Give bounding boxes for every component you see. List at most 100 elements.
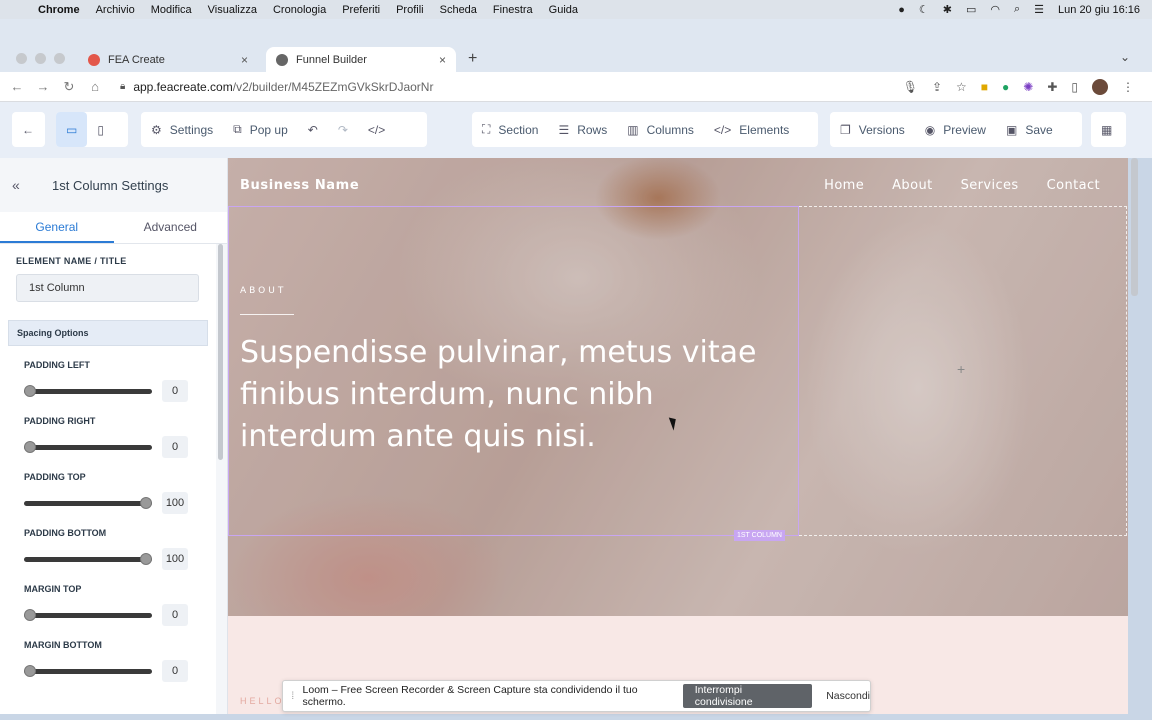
- slider-knob[interactable]: [24, 384, 36, 397]
- tab-funnel-builder[interactable]: Funnel Builder ×: [266, 47, 456, 73]
- padding-top-value[interactable]: 100: [162, 492, 188, 514]
- tab-fea-create[interactable]: FEA Create ×: [78, 47, 258, 73]
- padding-bottom-value[interactable]: 100: [162, 548, 188, 570]
- padding-right-value[interactable]: 0: [162, 436, 188, 458]
- menu-preferiti[interactable]: Preferiti: [334, 4, 388, 16]
- add-element-icon[interactable]: +: [957, 361, 965, 377]
- mic-icon[interactable]: 🎙︎: [903, 80, 918, 94]
- home-icon[interactable]: ⌂: [82, 79, 108, 94]
- wifi-icon[interactable]: ◠: [990, 3, 1000, 16]
- canvas-scrollbar[interactable]: [1131, 158, 1138, 296]
- menu-profili[interactable]: Profili: [388, 4, 432, 16]
- nav-services[interactable]: Services: [961, 178, 1019, 193]
- slider-knob[interactable]: [140, 496, 152, 509]
- menu-finestra[interactable]: Finestra: [485, 4, 541, 16]
- search-icon[interactable]: ⌕: [1014, 3, 1020, 16]
- desktop-view-button[interactable]: ▭: [56, 112, 88, 147]
- element-name-field[interactable]: 1st Column: [16, 274, 199, 302]
- slider-knob[interactable]: [24, 608, 36, 621]
- nav-about[interactable]: About: [892, 178, 932, 193]
- forward-icon[interactable]: →: [30, 79, 56, 94]
- grammarly-icon[interactable]: ●: [1002, 80, 1009, 94]
- kebab-menu-icon[interactable]: ⋮: [1122, 80, 1134, 94]
- stop-sharing-button[interactable]: Interrompi condivisione: [682, 684, 813, 708]
- extension-icon[interactable]: ✺: [1023, 80, 1033, 94]
- code-button[interactable]: </>: [358, 112, 395, 147]
- margin-top-slider[interactable]: [24, 608, 152, 621]
- minimize-window-button[interactable]: [35, 53, 46, 64]
- spacing-options-header[interactable]: Spacing Options: [8, 320, 208, 346]
- mobile-view-button[interactable]: ▯: [87, 112, 114, 147]
- slider-knob[interactable]: [24, 440, 36, 453]
- hide-button[interactable]: Nascondi: [826, 690, 870, 702]
- url-field[interactable]: 🔒︎ app.feacreate.com/v2/builder/M45ZEZmG…: [120, 80, 433, 94]
- menu-app-name[interactable]: Chrome: [30, 4, 88, 16]
- bookmark-star-icon[interactable]: ☆: [956, 80, 967, 94]
- extension-icon[interactable]: ■: [981, 80, 988, 94]
- bluetooth-icon[interactable]: ✱: [943, 3, 952, 16]
- tab-general[interactable]: General: [0, 212, 114, 243]
- margin-bottom-slider[interactable]: [24, 664, 152, 677]
- moon-icon[interactable]: ☾: [919, 3, 929, 16]
- second-column[interactable]: +: [799, 206, 1127, 536]
- preview-button[interactable]: ◉ Preview: [915, 112, 996, 147]
- new-tab-button[interactable]: +: [468, 50, 477, 68]
- padding-right-slider[interactable]: [24, 440, 152, 453]
- nav-contact[interactable]: Contact: [1047, 178, 1100, 193]
- section-button[interactable]: ⛶ Section: [472, 112, 548, 147]
- maximize-window-button[interactable]: [54, 53, 65, 64]
- menu-archivio[interactable]: Archivio: [88, 4, 143, 16]
- reload-icon[interactable]: ↻: [56, 79, 82, 95]
- versions-button[interactable]: ❐ Versions: [830, 112, 915, 147]
- battery-icon[interactable]: ▭: [966, 3, 976, 16]
- profile-avatar[interactable]: [1092, 78, 1108, 95]
- sidebar-icon[interactable]: ▯: [1071, 80, 1078, 94]
- back-icon[interactable]: ←: [4, 79, 30, 94]
- padding-left-slider[interactable]: [24, 384, 152, 397]
- elements-label: Elements: [739, 122, 790, 137]
- panel-scrollbar[interactable]: [218, 244, 223, 460]
- padding-top-slider[interactable]: [24, 496, 152, 509]
- menu-guida[interactable]: Guida: [541, 4, 586, 16]
- hero-headline[interactable]: Suspendisse pulvinar, metus vitae finibu…: [240, 332, 780, 458]
- nav-home[interactable]: Home: [824, 178, 864, 193]
- drag-handle-icon[interactable]: ⁞: [283, 691, 303, 702]
- microphone-icon[interactable]: ●: [898, 4, 905, 16]
- padding-left-value[interactable]: 0: [162, 380, 188, 402]
- padding-bottom-slider[interactable]: [24, 552, 152, 565]
- menu-visualizza[interactable]: Visualizza: [200, 4, 265, 16]
- site-brand[interactable]: Business Name: [240, 178, 359, 193]
- close-window-button[interactable]: [16, 53, 27, 64]
- tab-advanced[interactable]: Advanced: [114, 212, 228, 243]
- elements-button[interactable]: </> Elements: [704, 112, 799, 147]
- menu-scheda[interactable]: Scheda: [432, 4, 485, 16]
- back-button[interactable]: ←: [12, 112, 44, 147]
- menu-cronologia[interactable]: Cronologia: [265, 4, 334, 16]
- apps-grid-button[interactable]: ▦: [1091, 112, 1122, 147]
- padding-bottom-label: PADDING BOTTOM: [24, 528, 107, 538]
- about-eyebrow[interactable]: ABOUT: [240, 286, 286, 296]
- close-tab-icon[interactable]: ×: [439, 53, 446, 67]
- undo-button[interactable]: ↶: [298, 112, 328, 147]
- share-icon[interactable]: ⇪: [932, 80, 942, 94]
- clock[interactable]: Lun 20 giu 16:16: [1058, 4, 1140, 16]
- menu-modifica[interactable]: Modifica: [143, 4, 200, 16]
- slider-knob[interactable]: [24, 664, 36, 677]
- save-button[interactable]: ▣ Save: [996, 112, 1063, 147]
- margin-bottom-value[interactable]: 0: [162, 660, 188, 682]
- slider-knob[interactable]: [140, 552, 152, 565]
- columns-button[interactable]: ▥ Columns: [617, 112, 704, 147]
- close-tab-icon[interactable]: ×: [241, 53, 248, 67]
- puzzle-icon[interactable]: ✚: [1047, 80, 1057, 94]
- tab-search-icon[interactable]: ⌄: [1120, 50, 1130, 64]
- collapse-panel-icon[interactable]: «: [12, 177, 52, 193]
- control-center-icon[interactable]: ☰: [1034, 3, 1044, 16]
- settings-button[interactable]: ⚙ Settings: [141, 112, 223, 147]
- popup-button[interactable]: ⧉ Pop up: [223, 112, 298, 147]
- margin-top-value[interactable]: 0: [162, 604, 188, 626]
- lock-icon[interactable]: 🔒︎: [120, 81, 125, 92]
- rows-button[interactable]: ☰ Rows: [548, 112, 617, 147]
- next-section-eyebrow[interactable]: HELLO: [240, 696, 285, 706]
- rows-label: Rows: [577, 122, 608, 137]
- redo-button[interactable]: ↷: [328, 112, 358, 147]
